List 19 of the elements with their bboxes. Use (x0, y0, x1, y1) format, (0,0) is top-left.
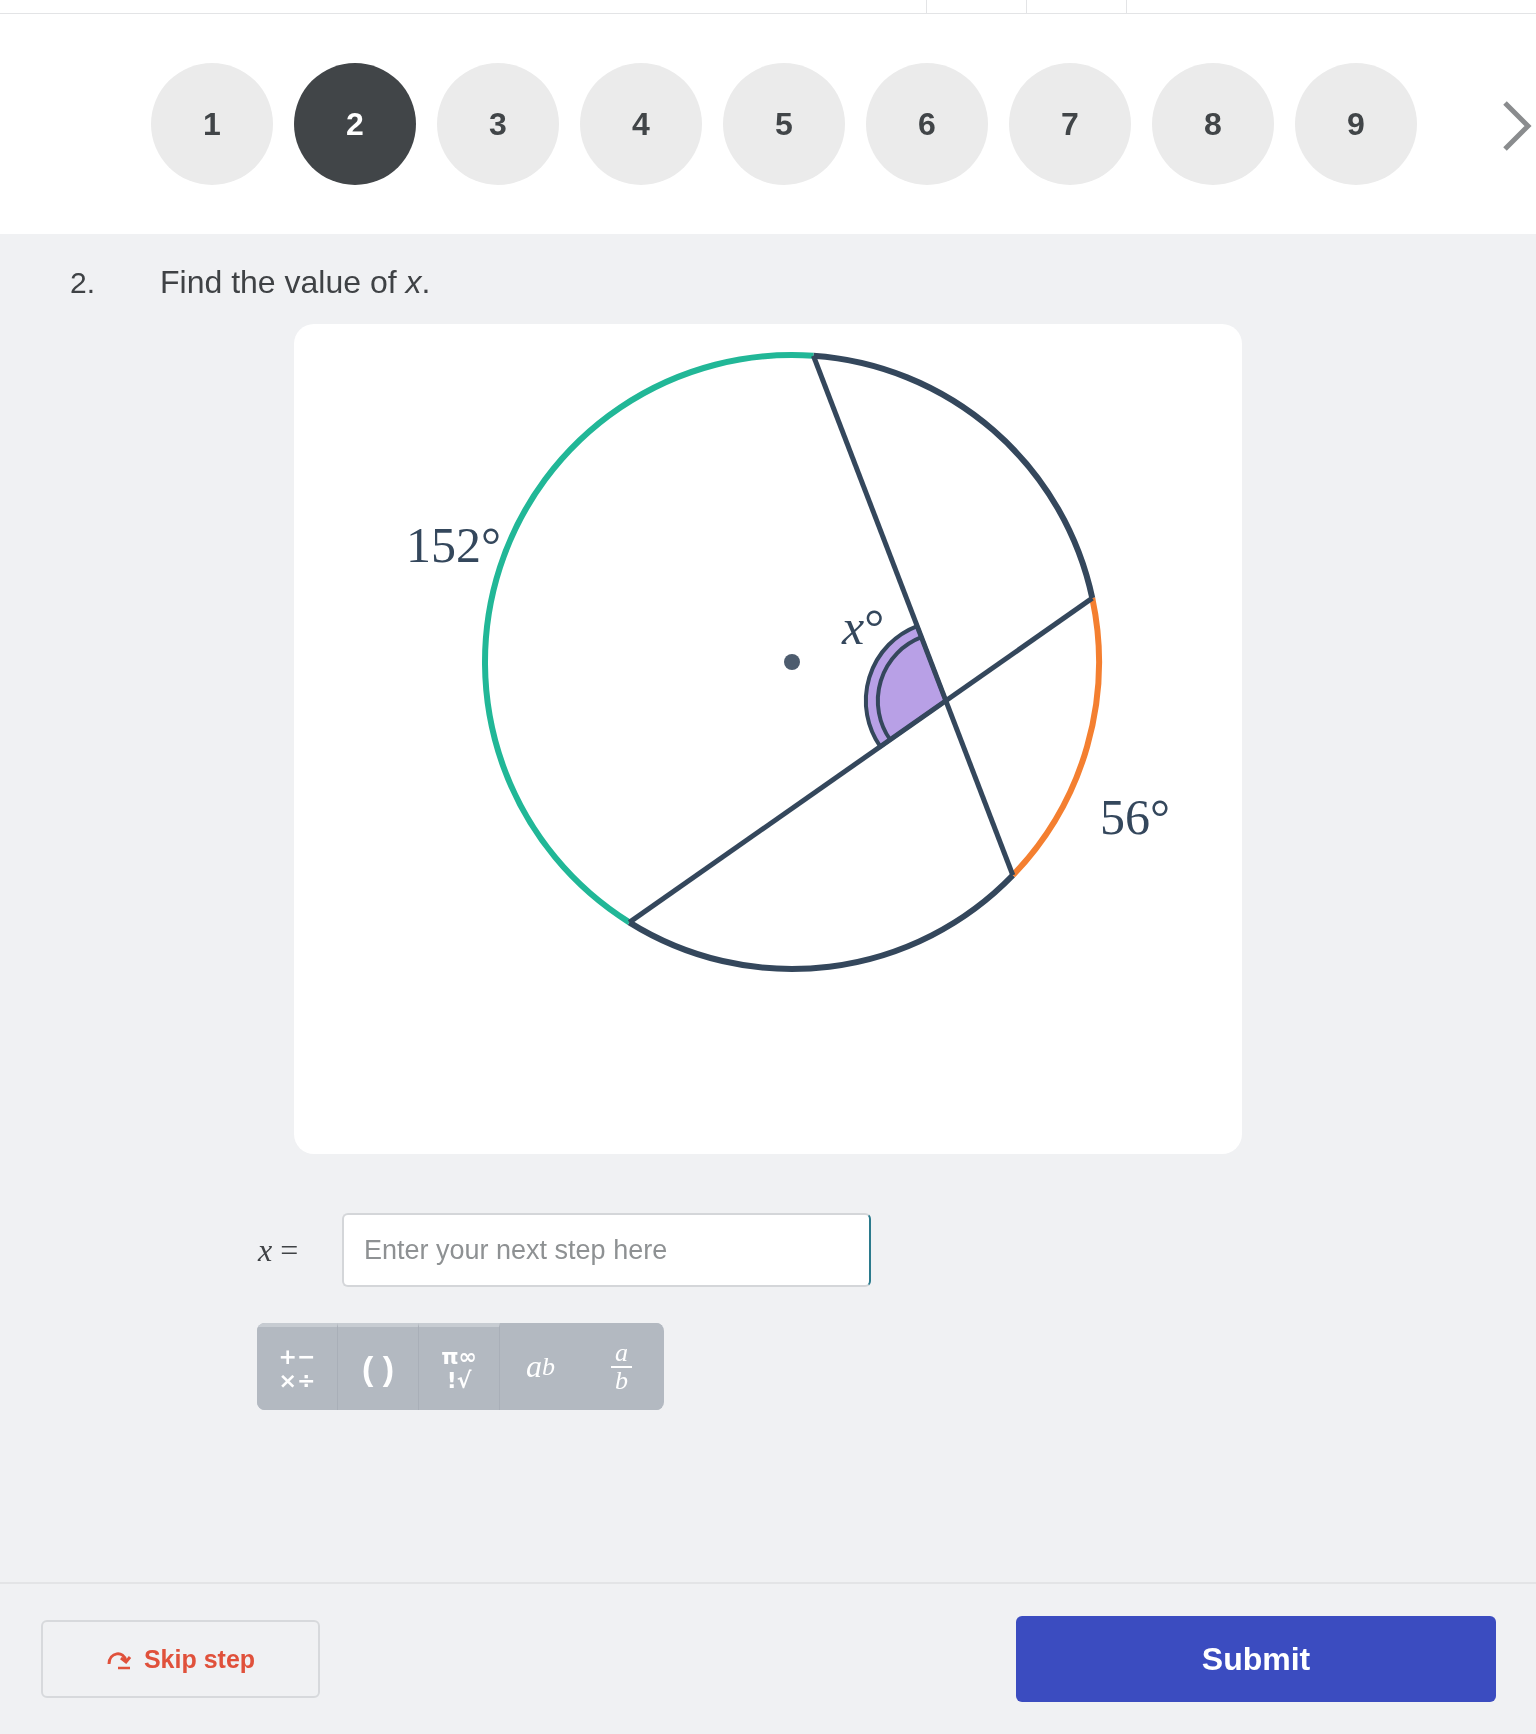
chevron-right-icon (1502, 100, 1532, 152)
arc-label: 56° (1100, 792, 1170, 842)
step-tab[interactable]: 4 (580, 63, 702, 185)
answer-field[interactable]: Enter your next step here (342, 1213, 871, 1287)
step-tab[interactable]: 1 (151, 63, 273, 185)
step-tab[interactable]: 8 (1152, 63, 1274, 185)
submit-button[interactable]: Submit (1016, 1616, 1496, 1702)
step-tab[interactable]: 3 (437, 63, 559, 185)
arc-label: 152° (406, 520, 501, 570)
question-text: Find the value of x. (160, 264, 431, 301)
step-tab[interactable]: 2 (294, 63, 416, 185)
step-tab[interactable]: 6 (866, 63, 988, 185)
variable-label: x = (258, 1231, 300, 1269)
step-tab[interactable]: 5 (723, 63, 845, 185)
question-number: 2. (70, 266, 97, 300)
center-dot (784, 654, 800, 670)
step-tab[interactable]: 9 (1295, 63, 1417, 185)
step-tab[interactable]: 7 (1009, 63, 1131, 185)
angle-label: x° (842, 602, 885, 652)
